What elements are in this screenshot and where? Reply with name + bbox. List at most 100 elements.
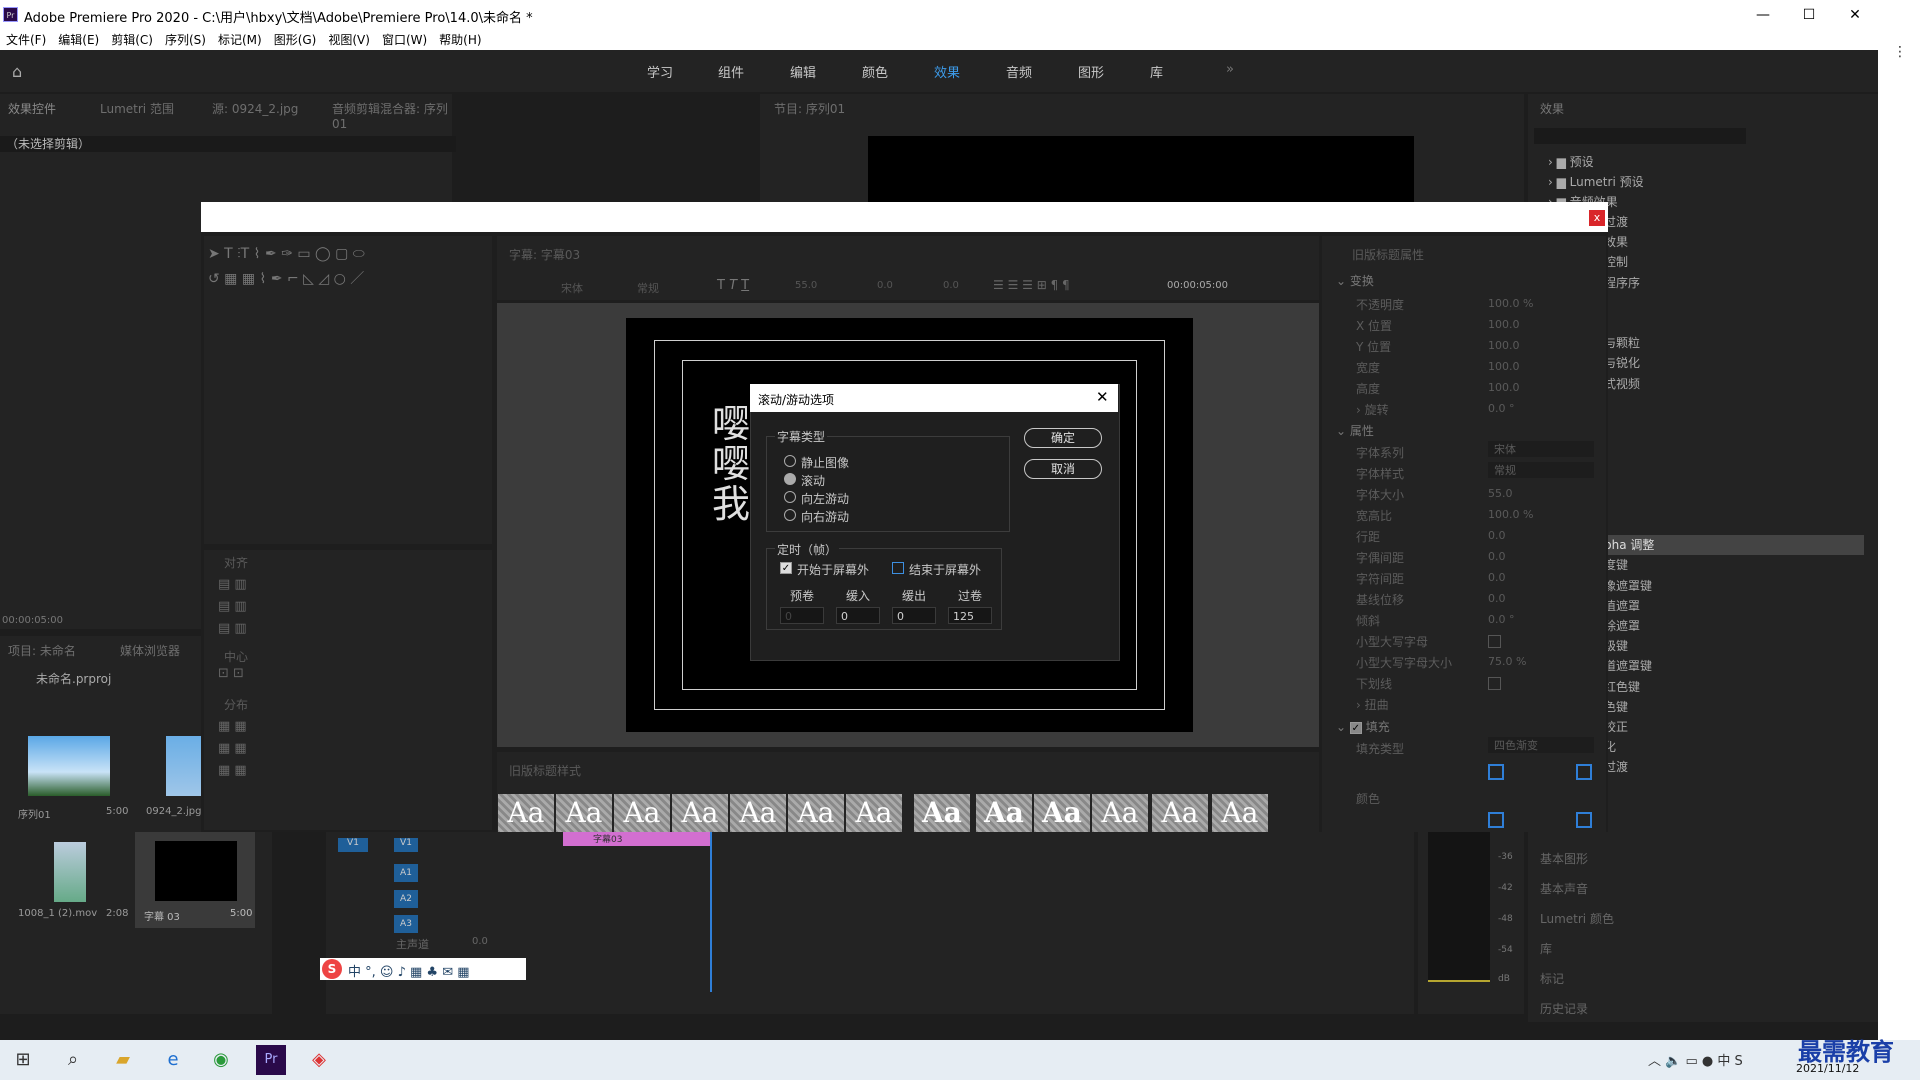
prop-value[interactable]: 100.0 [1488,318,1520,331]
prop-value[interactable]: 55.0 [1488,487,1513,500]
workspace-color[interactable]: 颜色 [862,62,888,81]
style-swatch[interactable]: Aa [498,794,554,832]
panel-markers[interactable]: 标记 [1540,964,1860,994]
style-swatch[interactable]: Aa [614,794,670,832]
font-size-value[interactable]: 55.0 [795,280,817,291]
effects-item[interactable]: 色键 [1604,697,1864,717]
prop-value[interactable]: 0.0 [1488,571,1506,584]
thumbnail-sequence[interactable] [28,736,110,796]
tab-program-monitor[interactable]: 节目: 序列01 [774,100,845,117]
panel-essential-sound[interactable]: 基本声音 [1540,874,1860,904]
minimize-icon[interactable]: — [1748,4,1778,26]
workspace-editing[interactable]: 编辑 [790,62,816,81]
prop-value[interactable]: 100.0 [1488,339,1520,352]
ease-out-input[interactable]: 0 [892,607,936,624]
premiere-taskbar-icon[interactable]: Pr [256,1045,286,1075]
effects-item[interactable] [1604,495,1864,515]
effects-item[interactable]: 除遮罩 [1604,616,1864,636]
track-v1[interactable]: V1 [394,838,418,852]
fill-section[interactable]: ⌄ ✓ 填充 [1336,718,1390,735]
effects-item[interactable]: 道遮罩键 [1604,656,1864,676]
menu-edit[interactable]: 编辑(E) [52,30,105,50]
font-family-dropdown[interactable]: 宋体 [1488,441,1594,457]
menu-view[interactable]: 视图(V) [322,30,376,50]
style-swatch[interactable]: Aa [672,794,728,832]
panel-lumetri-color[interactable]: Lumetri 颜色 [1540,904,1860,934]
style-swatch[interactable]: Aa [788,794,844,832]
app-taskbar-icon[interactable]: ◈ [304,1045,334,1075]
effects-item[interactable]: 化 [1604,737,1864,757]
track-a2[interactable]: A2 [394,890,418,908]
workspace-audio[interactable]: 音频 [1006,62,1032,81]
effects-item[interactable]: 式视频 [1604,374,1864,394]
workspace-effects[interactable]: 效果 [934,62,960,81]
effects-search-input[interactable] [1534,128,1746,144]
effects-item[interactable]: 控制 [1604,252,1864,272]
fill-checkbox[interactable]: ✓ [1349,722,1362,734]
leading-value[interactable]: 0.0 [943,280,959,291]
home-icon[interactable]: ⌂ [12,62,22,81]
gradient-stop[interactable] [1488,812,1504,828]
radio-crawl-left[interactable] [784,491,796,503]
tab-media-browser[interactable]: 媒体浏览器 [120,642,180,659]
roll-dialog-close-icon[interactable]: ✕ [1096,388,1109,406]
thumbnail-jpg[interactable] [166,736,202,796]
file-explorer-icon[interactable]: ▰ [108,1045,138,1075]
panel-history[interactable]: 历史记录 [1540,994,1860,1024]
end-offscreen-checkbox[interactable] [892,562,904,574]
menu-markers[interactable]: 标记(M) [212,30,268,50]
effects-item[interactable]: pha 调整 [1604,535,1864,556]
tab-lumetri-scopes[interactable]: Lumetri 范围 [100,100,174,117]
gradient-stop[interactable] [1576,812,1592,828]
effects-item[interactable]: 红色键 [1604,677,1864,697]
edge-icon[interactable]: e [158,1045,188,1075]
titler-close-button[interactable]: x [1589,210,1605,226]
effects-item[interactable] [1604,434,1864,454]
chrome-icon[interactable]: ◉ [206,1045,236,1075]
menu-sequence[interactable]: 序列(S) [159,30,212,50]
workspace-libraries[interactable]: 库 [1150,62,1163,81]
thumbnail-title[interactable] [155,841,237,901]
effects-item[interactable]: 效果 [1604,232,1864,252]
font-style-dropdown[interactable]: 常规 [1488,462,1594,478]
track-a1[interactable]: A1 [394,864,418,882]
workspace-assembly[interactable]: 组件 [718,62,744,81]
style-swatch[interactable]: Aa [1152,794,1208,832]
workspace-learn[interactable]: 学习 [647,62,673,81]
effects-item[interactable]: 值遮罩 [1604,596,1864,616]
ok-button[interactable]: 确定 [1024,428,1102,448]
close-icon[interactable]: ✕ [1840,4,1870,26]
radio-roll[interactable] [784,473,796,485]
menu-clip[interactable]: 剪辑(C) [105,30,159,50]
effects-item[interactable] [1604,414,1864,434]
system-tray-icons[interactable]: ︿ 🔈 ▭ ● 中 S [1648,1050,1743,1069]
effects-item[interactable] [1604,515,1864,535]
align-buttons[interactable]: ▤ ▥ ▤ ▥ ▤ ▥ [218,574,247,640]
start-offscreen-checkbox[interactable]: ✓ [780,562,792,574]
kerning-value[interactable]: 0.0 [877,280,893,291]
workspace-graphics[interactable]: 图形 [1078,62,1104,81]
more-options-icon[interactable]: ⋮ [1893,44,1907,60]
track-a3[interactable]: A3 [394,915,418,933]
effects-item[interactable] [1604,313,1864,333]
effects-item[interactable] [1604,293,1864,313]
cancel-button[interactable]: 取消 [1024,459,1102,479]
tab-effect-controls[interactable]: 效果控件 [8,100,56,117]
track-v1-source[interactable]: V1 [338,838,368,852]
effects-item[interactable]: 级键 [1604,636,1864,656]
prop-value[interactable]: 0.0 ° [1488,402,1515,415]
effects-item[interactable]: 过渡 [1604,212,1864,232]
prop-value[interactable]: 0.0 [1488,550,1506,563]
prop-value[interactable]: 0.0 ° [1488,613,1515,626]
title-clip[interactable]: 字幕03 [563,832,710,846]
panel-libraries[interactable]: 库 [1540,934,1860,964]
small-caps-checkbox[interactable] [1488,635,1501,648]
style-swatch[interactable]: Aa [1092,794,1148,832]
tab-project[interactable]: 项目: 未命名 [8,642,76,659]
radio-still[interactable] [784,455,796,467]
tab-audio-clip-mixer[interactable]: 音频剪辑混合器: 序列01 [332,100,452,131]
gradient-stop[interactable] [1576,764,1592,780]
effects-item[interactable]: 与颗粒 [1604,333,1864,353]
search-icon[interactable]: ⌕ [58,1045,88,1075]
style-swatch[interactable]: Aa [976,794,1032,832]
